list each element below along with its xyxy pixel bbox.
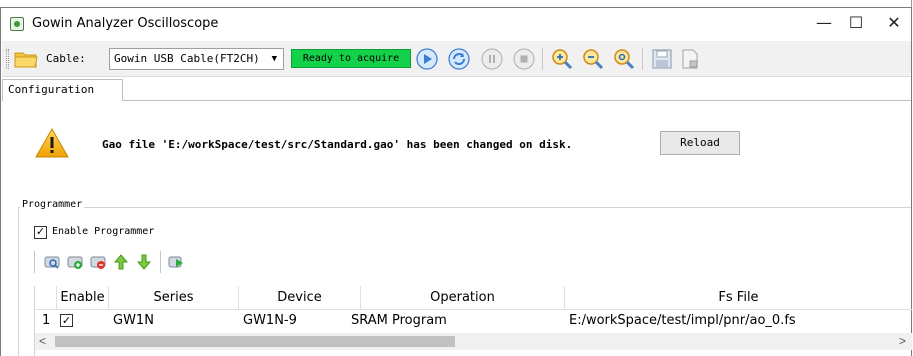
- row-operation: SRAM Program: [351, 313, 447, 328]
- add-icon[interactable]: [66, 253, 84, 271]
- program-icon[interactable]: [167, 253, 185, 271]
- window-title: Gowin Analyzer Oscilloscope: [32, 16, 219, 31]
- column-header-fs-file[interactable]: Fs File: [565, 286, 912, 310]
- row-fs-file: E:/workSpace/test/impl/pnr/ao_0.fs: [569, 313, 796, 328]
- toolbar-separator: [542, 48, 543, 70]
- programmer-group-title: Programmer: [20, 199, 85, 210]
- toolbar-separator: [160, 251, 161, 273]
- title-bar: Gowin Analyzer Oscilloscope — ☐ ✕: [1, 8, 911, 40]
- export-icon[interactable]: [679, 48, 701, 70]
- main-toolbar: Cable: Gowin USB Cable(FT2CH) ▼ Ready to…: [2, 41, 911, 77]
- table-header: Enable Series Device Operation Fs File: [35, 286, 912, 310]
- pause-icon[interactable]: [481, 48, 503, 70]
- column-header-device[interactable]: Device: [239, 286, 361, 310]
- tab-configuration[interactable]: Configuration: [2, 79, 123, 101]
- disk-change-message: Gao file 'E:/workSpace/test/src/Standard…: [102, 138, 573, 151]
- move-down-icon[interactable]: [135, 253, 153, 271]
- column-header-enable[interactable]: Enable: [57, 286, 109, 310]
- reload-button[interactable]: Reload: [660, 131, 740, 155]
- toolbar-separator: [34, 251, 35, 273]
- start-icon[interactable]: [416, 48, 438, 70]
- toolbar-grip[interactable]: [6, 49, 9, 69]
- stop-icon[interactable]: [513, 48, 535, 70]
- horizontal-scrollbar[interactable]: < >: [35, 333, 912, 350]
- zoom-in-icon[interactable]: [551, 48, 573, 70]
- close-button[interactable]: ✕: [871, 8, 913, 40]
- row-number-header: [35, 286, 57, 310]
- row-device: GW1N-9: [243, 313, 297, 328]
- move-up-icon[interactable]: [112, 253, 130, 271]
- row-series: GW1N: [113, 313, 154, 328]
- table-row[interactable]: 1 ✓ GW1N GW1N-9 SRAM Program E:/workSpac…: [35, 310, 912, 332]
- scrollbar-thumb[interactable]: [55, 336, 455, 347]
- analyzer-window: Gowin Analyzer Oscilloscope — ☐ ✕ Cable:…: [0, 7, 912, 356]
- cable-select-value: Gowin USB Cable(FT2CH): [114, 52, 260, 65]
- remove-icon[interactable]: [89, 253, 107, 271]
- row-enable-cell[interactable]: ✓: [57, 310, 109, 332]
- scroll-left-icon[interactable]: <: [39, 333, 46, 349]
- loop-icon[interactable]: [448, 48, 470, 70]
- toolbar-separator: [642, 48, 643, 70]
- zoom-fit-icon[interactable]: [613, 48, 635, 70]
- chevron-down-icon: ▼: [271, 54, 277, 64]
- column-header-operation[interactable]: Operation: [361, 286, 565, 310]
- scroll-right-icon[interactable]: >: [899, 333, 906, 349]
- enable-programmer-checkbox[interactable]: ✓: [34, 226, 47, 239]
- row-enable-checkbox[interactable]: ✓: [60, 314, 73, 327]
- zoom-out-icon[interactable]: [582, 48, 604, 70]
- open-folder-icon[interactable]: [14, 51, 38, 68]
- row-number: 1: [42, 313, 51, 328]
- scan-icon[interactable]: [43, 253, 61, 271]
- enable-programmer-label: Enable Programmer: [52, 226, 155, 237]
- programmer-table: Enable Series Device Operation Fs File 1…: [34, 286, 912, 356]
- cable-select[interactable]: Gowin USB Cable(FT2CH) ▼: [109, 48, 284, 70]
- cable-label: Cable:: [46, 52, 86, 65]
- top-strip: [0, 0, 913, 7]
- warning-icon: [35, 128, 69, 158]
- app-icon: [10, 17, 24, 31]
- save-icon[interactable]: [651, 48, 673, 70]
- column-header-series[interactable]: Series: [109, 286, 239, 310]
- status-badge: Ready to acquire: [291, 49, 411, 68]
- configuration-panel: Gao file 'E:/workSpace/test/src/Standard…: [2, 101, 912, 356]
